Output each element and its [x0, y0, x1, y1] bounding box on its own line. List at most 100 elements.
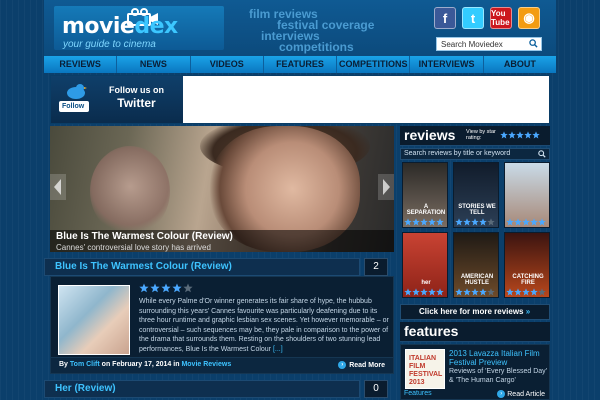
- twitter-bird-icon: [67, 84, 87, 99]
- star-icon: [522, 218, 530, 226]
- star-icon: [516, 131, 524, 139]
- star-icon: [420, 218, 428, 226]
- review-poster[interactable]: [504, 162, 550, 228]
- review-poster[interactable]: AMERICAN HUSTLE: [453, 232, 499, 298]
- star-rating: [139, 283, 193, 293]
- poster-title: AMERICAN HUSTLE: [460, 274, 494, 286]
- feature-thumbnail-text: ITALIAN FILM FESTIVAL 2013: [409, 355, 443, 386]
- feature-thumbnail[interactable]: ITALIAN FILM FESTIVAL 2013: [405, 349, 445, 389]
- star-icon: [538, 218, 546, 226]
- arrow-right-icon: ›: [497, 390, 506, 398]
- youtube-icon[interactable]: You Tube: [490, 7, 512, 29]
- post-thumbnail[interactable]: [58, 285, 130, 355]
- search-placeholder: Search Moviedex: [441, 40, 503, 49]
- header-taglines: film reviews festival coverage interview…: [249, 8, 374, 54]
- nav-interviews[interactable]: INTERVIEWS: [410, 56, 484, 73]
- poster-star-rating: [455, 288, 495, 296]
- slider-caption[interactable]: Blue Is The Warmest Colour (Review) Cann…: [50, 230, 394, 252]
- star-icon: [412, 288, 420, 296]
- star-icon: [530, 288, 538, 296]
- comment-count[interactable]: 0: [364, 380, 388, 398]
- excerpt-more-link[interactable]: [...]: [273, 346, 283, 353]
- slider-image-figure: [90, 146, 170, 236]
- star-icon: [532, 131, 540, 139]
- arrow-right-icon: ›: [338, 361, 347, 369]
- post-title-link[interactable]: Her (Review): [44, 380, 360, 398]
- author-link[interactable]: Tom Clift: [70, 361, 100, 368]
- review-poster[interactable]: CATCHING FIRE: [504, 232, 550, 298]
- read-more-button[interactable]: › Read More: [338, 361, 385, 369]
- post-header: Blue Is The Warmest Colour (Review) 2: [44, 258, 402, 276]
- star-icon: [463, 288, 471, 296]
- post-byline: By Tom Clift on February 17, 2014 in Mov…: [59, 361, 232, 368]
- category-link[interactable]: Movie Reviews: [181, 361, 231, 368]
- poster-star-rating: [404, 218, 444, 226]
- twitter-follow-box[interactable]: Follow Follow us on Twitter: [51, 76, 183, 123]
- star-icon: [530, 218, 538, 226]
- star-icon: [404, 218, 412, 226]
- review-poster[interactable]: STORIES WE TELL: [453, 162, 499, 228]
- nav-reviews[interactable]: REVIEWS: [44, 56, 118, 73]
- tagline-item: competitions: [279, 40, 354, 54]
- poster-star-rating: [455, 218, 495, 226]
- star-icon: [500, 131, 508, 139]
- star-icon: [183, 283, 193, 293]
- featured-slider[interactable]: Blue Is The Warmest Colour (Review) Cann…: [50, 126, 394, 252]
- star-icon: [514, 288, 522, 296]
- social-links: f t You Tube ◉: [434, 7, 540, 29]
- nav-about[interactable]: ABOUT: [484, 56, 556, 73]
- star-icon: [436, 218, 444, 226]
- site-search-input[interactable]: Search Moviedex: [436, 37, 542, 51]
- slider-next-button[interactable]: [378, 174, 394, 200]
- more-reviews-link[interactable]: Click here for more reviews »: [400, 304, 550, 320]
- search-icon[interactable]: [529, 39, 538, 48]
- star-icon: [471, 288, 479, 296]
- twitter-banner-line2: Twitter: [117, 96, 156, 110]
- logo-tagline: your guide to cinema: [63, 39, 156, 50]
- read-article-button[interactable]: › Read Article: [497, 390, 545, 398]
- star-icon: [508, 131, 516, 139]
- star-rating-filter[interactable]: [500, 131, 540, 139]
- reviews-search-input[interactable]: Search reviews by title or keyword: [400, 148, 550, 160]
- rss-icon[interactable]: ◉: [518, 7, 540, 29]
- star-icon: [436, 288, 444, 296]
- star-icon: [506, 288, 514, 296]
- nav-news[interactable]: NEWS: [117, 56, 191, 73]
- twitter-banner: Follow Follow us on Twitter: [50, 75, 550, 124]
- poster-star-rating: [404, 288, 444, 296]
- facebook-icon[interactable]: f: [434, 7, 456, 29]
- star-icon: [161, 283, 171, 293]
- post-excerpt: While every Palme d'Or winner generates …: [139, 298, 389, 353]
- star-icon: [471, 218, 479, 226]
- features-category-link[interactable]: Features: [404, 390, 432, 397]
- star-icon: [538, 288, 546, 296]
- feature-card: ITALIAN FILM FESTIVAL 2013 2013 Lavazza …: [400, 344, 550, 400]
- star-icon: [428, 288, 436, 296]
- features-title: features: [404, 323, 459, 339]
- nav-videos[interactable]: VIDEOS: [191, 56, 264, 73]
- reviews-header: reviews View by star rating:: [400, 126, 550, 146]
- star-icon: [428, 218, 436, 226]
- slider-prev-button[interactable]: [50, 174, 66, 200]
- nav-competitions[interactable]: COMPETITIONS: [337, 56, 411, 73]
- search-icon[interactable]: [538, 150, 546, 158]
- star-icon: [522, 288, 530, 296]
- star-icon: [172, 283, 182, 293]
- comment-count[interactable]: 2: [364, 258, 388, 276]
- twitter-follow-button[interactable]: Follow: [59, 101, 89, 112]
- star-icon: [420, 288, 428, 296]
- star-icon: [506, 218, 514, 226]
- feature-subtitle: Reviews of 'Every Blessed Day' & 'The Hu…: [449, 368, 547, 384]
- feature-title-link[interactable]: 2013 Lavazza Italian Film Festival Previ…: [449, 349, 547, 367]
- slider-title[interactable]: Blue Is The Warmest Colour (Review): [56, 231, 394, 243]
- review-poster[interactable]: her: [402, 232, 448, 298]
- star-icon: [455, 288, 463, 296]
- post-title-link[interactable]: Blue Is The Warmest Colour (Review): [44, 258, 360, 276]
- twitter-icon[interactable]: t: [462, 7, 484, 29]
- nav-features[interactable]: FEATURES: [264, 56, 338, 73]
- site-logo[interactable]: moviedex your guide to cinema: [54, 6, 224, 50]
- logo-wordmark: moviedex: [62, 14, 178, 39]
- chevron-left-icon: [54, 179, 61, 195]
- review-poster[interactable]: A SEPARATION: [402, 162, 448, 228]
- main-nav: REVIEWS NEWS VIDEOS FEATURES COMPETITION…: [44, 56, 556, 73]
